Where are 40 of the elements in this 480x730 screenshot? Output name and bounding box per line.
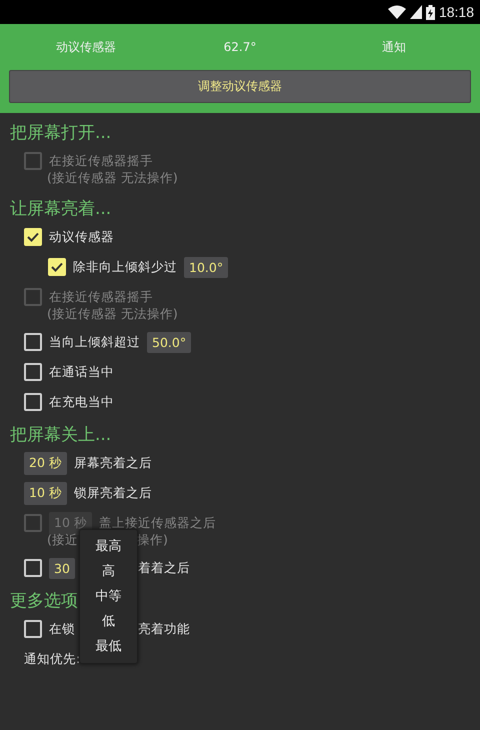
option-label: 屏幕亮着之后 bbox=[74, 454, 152, 472]
menu-item[interactable]: 最低 bbox=[80, 634, 137, 659]
option-label: 在接近传感器摇手 bbox=[49, 152, 153, 170]
section-heading: 更多选项 bbox=[9, 590, 79, 613]
option-label: 通知优先: bbox=[24, 650, 80, 668]
option-label: 在锁 bbox=[49, 620, 75, 638]
option-label: 锁屏亮着之后 bbox=[74, 484, 152, 502]
section-heading: 把屏幕关上... bbox=[9, 424, 112, 447]
signal-icon bbox=[410, 5, 422, 19]
option-label: 在接近传感器摇手 bbox=[49, 288, 153, 306]
clock-time: 18:18 bbox=[438, 4, 474, 20]
option-label: 盖上接近传感器之后 bbox=[98, 514, 216, 532]
menu-item[interactable]: 低 bbox=[80, 609, 137, 634]
header-label: 62.7° bbox=[224, 40, 256, 54]
battery-icon bbox=[426, 4, 435, 20]
option-label: 除非向上倾斜少过 bbox=[73, 258, 177, 276]
option-label: 动议传感器 bbox=[49, 228, 114, 246]
hint-text: 操作) bbox=[137, 532, 168, 549]
hint-text: (接近传感器 无法操作) bbox=[47, 170, 178, 187]
option-label: 亮着功能 bbox=[138, 620, 190, 638]
wifi-icon bbox=[388, 5, 406, 19]
value-field[interactable]: 30 bbox=[49, 558, 75, 578]
header-label: 动议传感器 bbox=[56, 38, 116, 56]
value-field[interactable]: 10.0° bbox=[184, 256, 228, 278]
menu-item[interactable]: 高 bbox=[80, 559, 137, 584]
adjust-button[interactable]: 调整动议传感器 bbox=[9, 70, 471, 103]
menu-item[interactable]: 最高 bbox=[80, 534, 137, 559]
option-label: 着着之后 bbox=[138, 560, 190, 576]
section-heading: 把屏幕打开... bbox=[9, 122, 112, 145]
menu-item[interactable]: 中等 bbox=[80, 584, 137, 609]
hint-text: (接近传感器 无法操作) bbox=[47, 306, 178, 323]
header-label: 通知 bbox=[382, 38, 406, 56]
option-label: 在通话当中 bbox=[49, 364, 114, 380]
value-field[interactable]: 20 秒 bbox=[24, 452, 67, 474]
option-label: 当向上倾斜超过 bbox=[49, 334, 140, 350]
value-field[interactable]: 10 秒 bbox=[24, 482, 67, 504]
option-label: 在充电当中 bbox=[49, 394, 114, 410]
value-field[interactable]: 50.0° bbox=[147, 332, 192, 352]
hint-text: (接近 bbox=[47, 532, 78, 547]
section-heading: 让屏幕亮着... bbox=[9, 198, 112, 221]
